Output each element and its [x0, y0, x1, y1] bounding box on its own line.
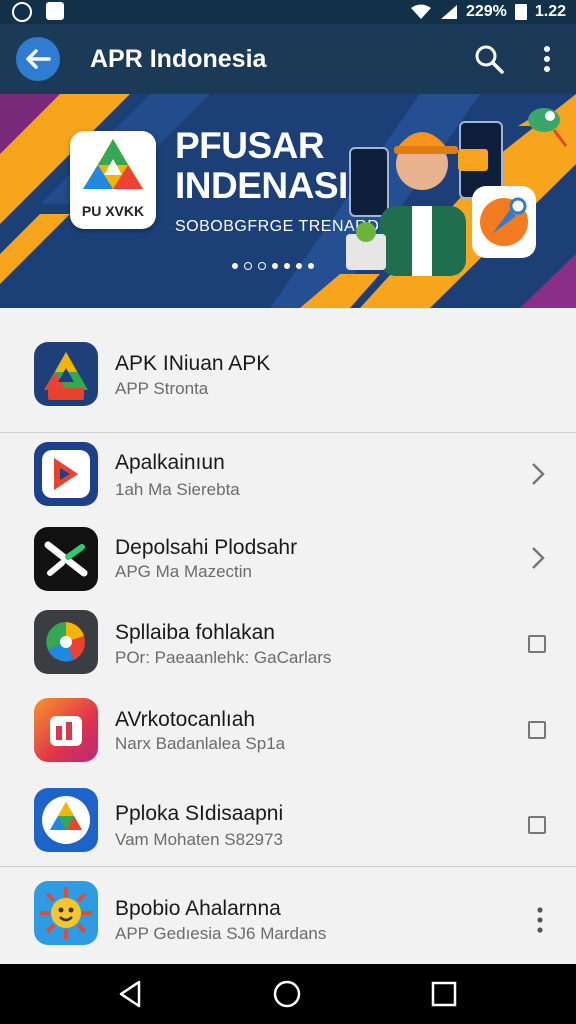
list-item[interactable]: APK INiuan APK APP Stronta [0, 308, 576, 432]
drive-logo-icon [34, 788, 98, 852]
app-subtitle: Narx Badanlalea Sp1a [115, 734, 286, 753]
notification-icon [46, 2, 64, 20]
back-button[interactable] [16, 37, 60, 81]
chevron-right-icon[interactable] [527, 460, 549, 488]
app-subtitle: APP Gedıesia SJ6 Mardans [115, 924, 327, 943]
list-item[interactable]: Apalkainıun 1ah Ma Sierebta [0, 433, 576, 516]
carousel-indicator [232, 262, 314, 270]
system-nav-bar [0, 964, 576, 1024]
search-icon[interactable] [472, 42, 506, 76]
app-title: Bpobio Ahalarnna [115, 897, 281, 920]
more-vert-icon[interactable] [530, 906, 550, 934]
app-title: AVrkotocanlıah [115, 708, 256, 731]
pinwheel-logo-icon [34, 610, 98, 674]
list-item[interactable]: Bpobio Ahalarnna APP Gedıesia SJ6 Mardan… [0, 867, 576, 964]
list-item[interactable]: Pploka SIdisaapni Vam Mohaten S82973 [0, 774, 576, 866]
app-bar: APR Indonesia [0, 24, 576, 94]
banner-app-logo: PU XVKK [70, 131, 156, 229]
percent-text: 229% [465, 3, 507, 20]
more-vert-icon[interactable] [534, 42, 560, 76]
app-title: APK INiuan APK [115, 352, 271, 375]
app-title: Apalkainıun [115, 451, 225, 474]
chevron-right-icon[interactable] [527, 544, 549, 572]
select-checkbox[interactable] [528, 721, 546, 739]
play-logo-icon [34, 442, 98, 506]
app-title: Depolsahi Plodsahr [115, 536, 298, 559]
app-subtitle: 1ah Ma Sierebta [115, 480, 240, 499]
sync-icon [12, 2, 32, 22]
nav-recents-icon[interactable] [428, 978, 460, 1010]
banner-illustration [346, 108, 568, 276]
list-item[interactable]: AVrkotocanlıah Narx Badanlalea Sp1a [0, 686, 576, 774]
app-title: Spllaiba fohlakan [115, 621, 275, 644]
clock-text: 1.22 [534, 3, 566, 20]
page-title: APR Indonesia [90, 45, 267, 73]
status-bar: 229% 1.22 [0, 0, 576, 24]
sun-logo-icon [34, 881, 98, 945]
triangle-logo-icon [34, 342, 98, 406]
wifi-icon [410, 4, 431, 19]
app-subtitle: POr: Paeaanlehk: GaCarlars [115, 648, 332, 667]
app-subtitle: Vam Mohaten S82973 [115, 830, 283, 849]
photo-logo-icon [34, 698, 98, 762]
select-checkbox[interactable] [528, 635, 546, 653]
list-item[interactable]: Spllaiba fohlakan POr: Paeaanlehk: GaCar… [0, 600, 576, 686]
nav-home-icon[interactable] [271, 978, 303, 1010]
banner-logo-label: PU XVKK [81, 203, 145, 219]
x-logo-icon [34, 527, 98, 591]
promo-banner[interactable]: PU XVKK PFUSAR INDENASIA SOBOBGFRGE TREN… [0, 94, 576, 308]
app-list: APK INiuan APK APP Stronta Apalkainıun 1… [0, 308, 576, 964]
app-subtitle: APG Ma Mazectin [115, 562, 252, 581]
app-title: Pploka SIdisaapni [115, 802, 284, 825]
cell-signal-icon [440, 5, 457, 19]
app-subtitle: APP Stronta [115, 379, 209, 398]
select-checkbox[interactable] [528, 816, 546, 834]
list-item[interactable]: Depolsahi Plodsahr APG Ma Mazectin [0, 516, 576, 600]
back-arrow-icon [26, 49, 51, 69]
triangle-logo-icon [83, 139, 143, 189]
battery-icon [514, 4, 527, 20]
nav-back-icon[interactable] [115, 978, 147, 1010]
